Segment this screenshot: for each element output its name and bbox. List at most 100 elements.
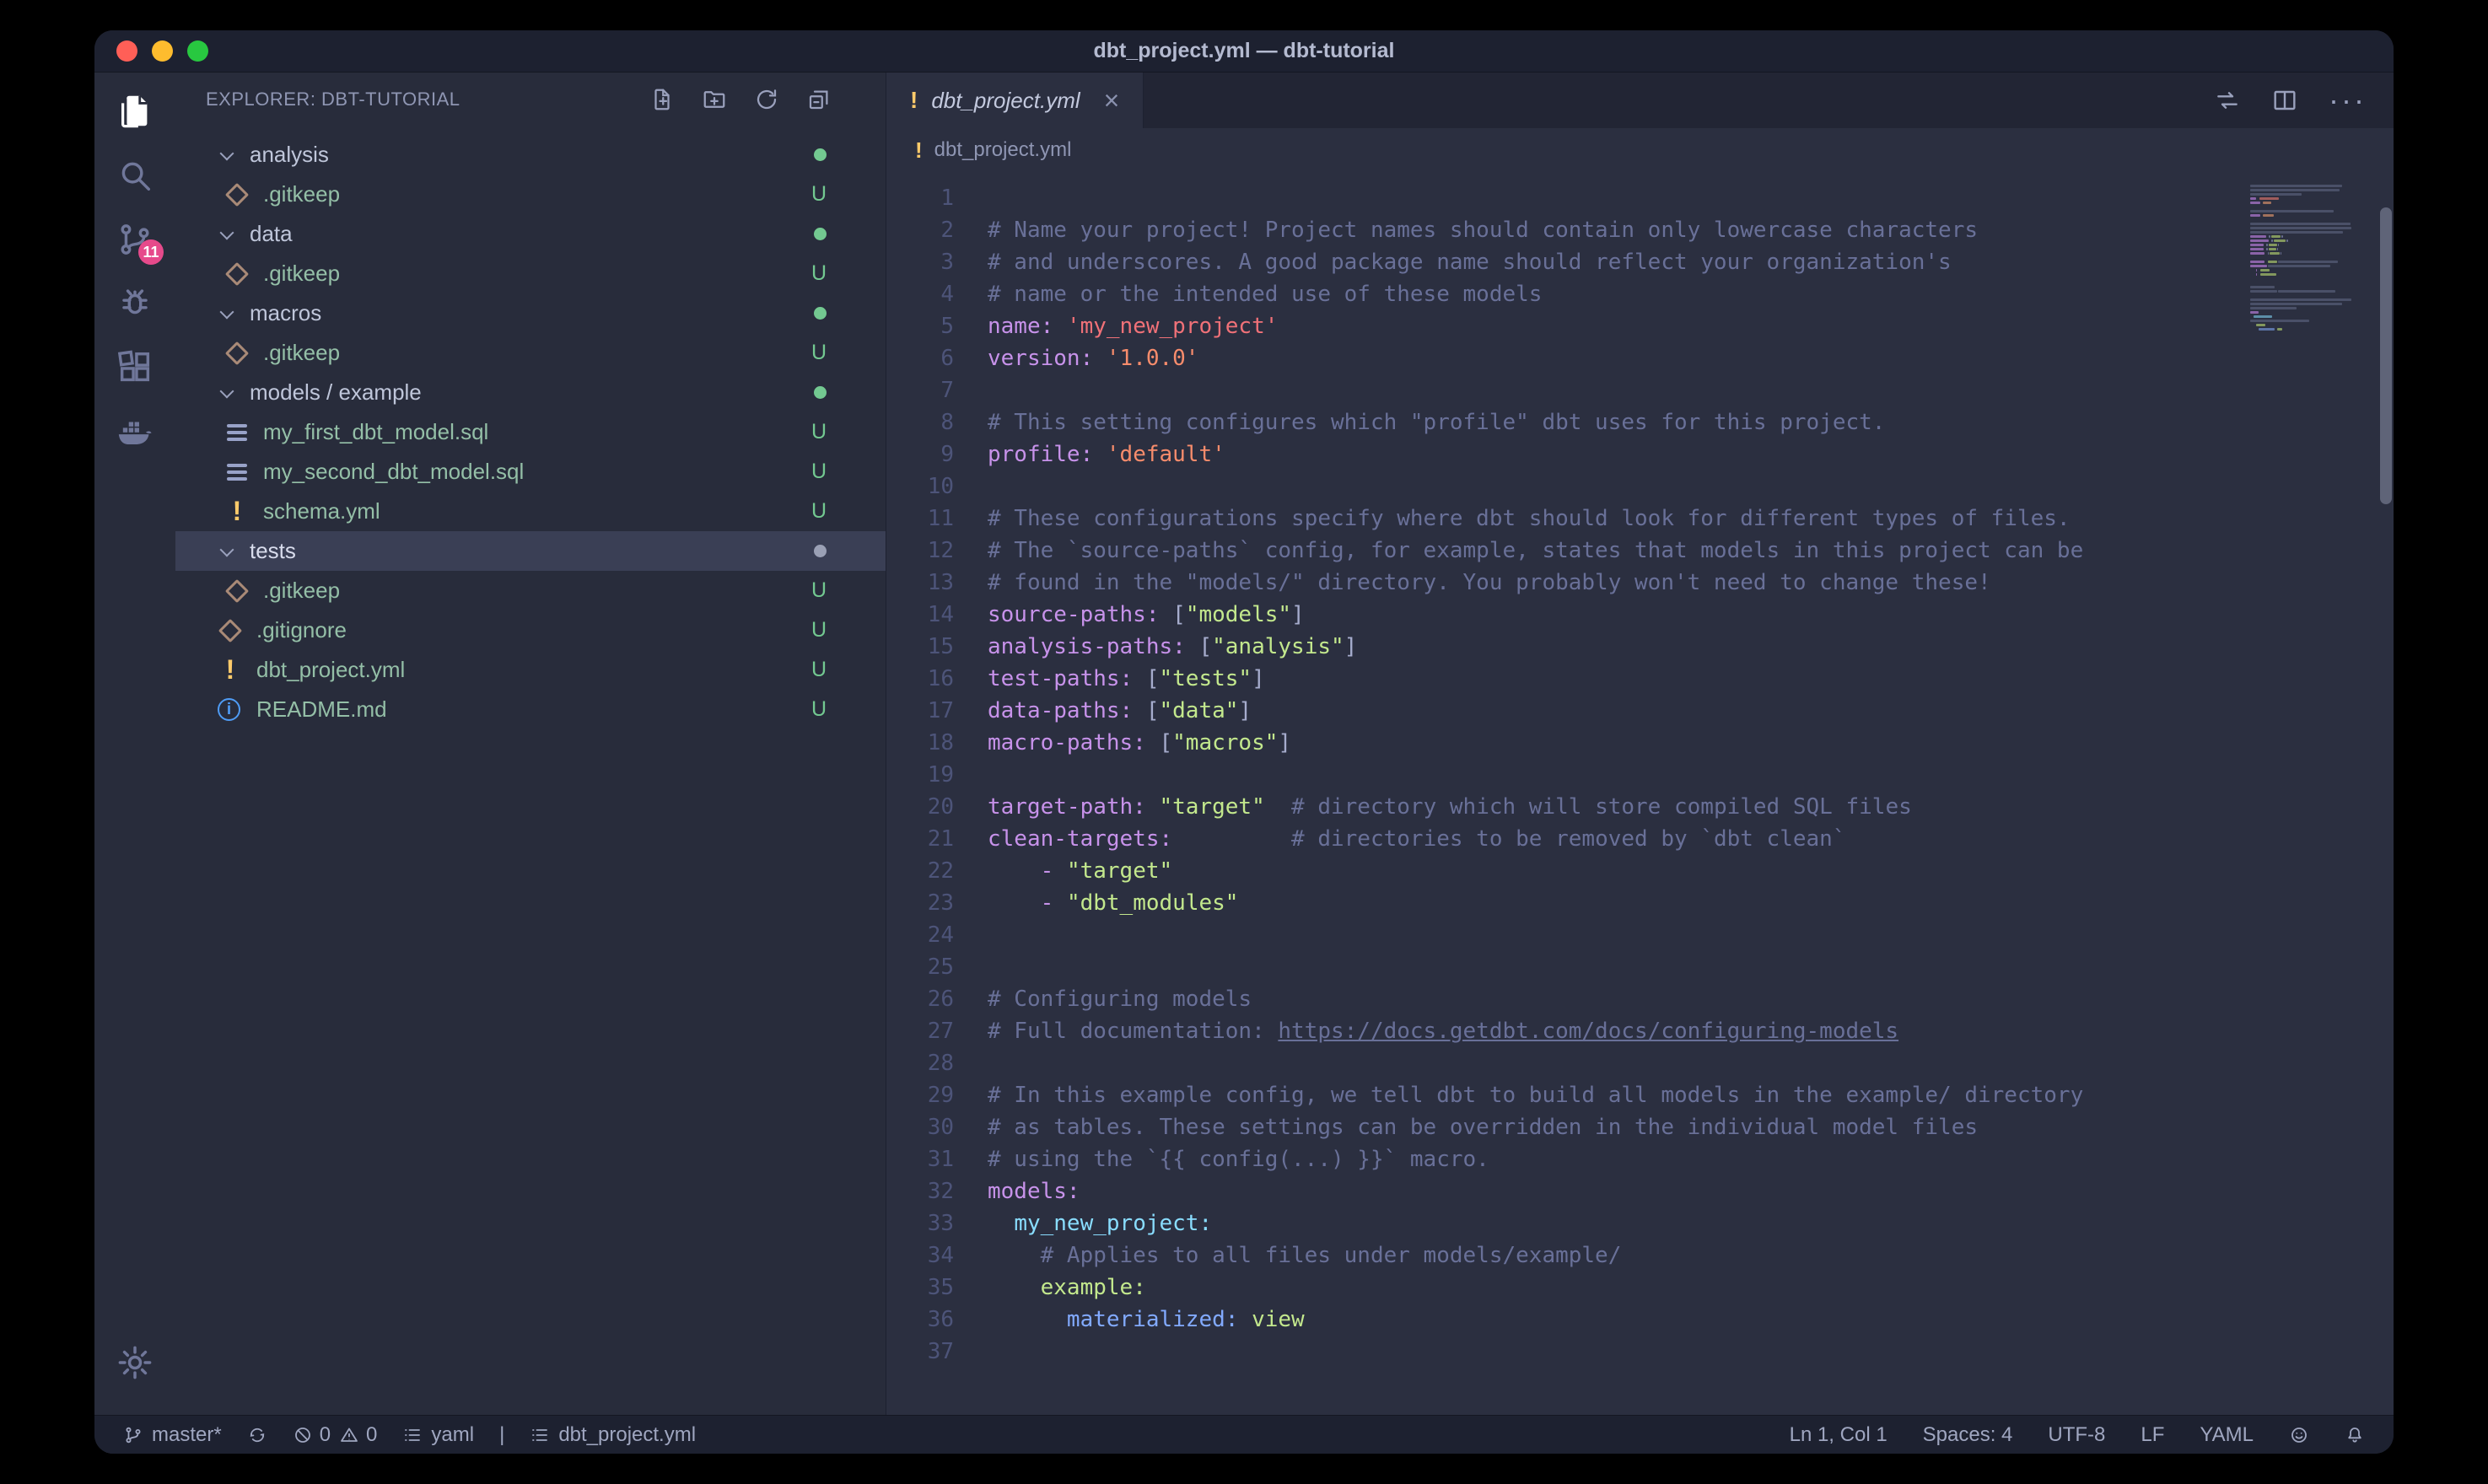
dbt-project-status[interactable]: dbt_project.yml	[530, 1423, 696, 1447]
tree-file-gitkeep[interactable]: .gitkeepU	[175, 333, 886, 373]
code-line[interactable]: example:	[988, 1272, 2394, 1304]
tree-file-gitkeep[interactable]: .gitkeepU	[175, 175, 886, 214]
minimap-line	[2250, 197, 2377, 200]
code-line[interactable]: # found in the "models/" directory. You …	[988, 567, 2394, 599]
code-line[interactable]: # These configurations specify where dbt…	[988, 503, 2394, 535]
docker-activity-button[interactable]	[108, 405, 162, 459]
tree-folder-analysis[interactable]: analysis	[175, 135, 886, 175]
tree-folder-data[interactable]: data	[175, 214, 886, 254]
code-line[interactable]: clean-targets: # directories to be remov…	[988, 823, 2394, 855]
line-number: 8	[886, 406, 954, 438]
notifications-bell-icon[interactable]	[2345, 1425, 2365, 1445]
editor[interactable]: 1234567891011121314151617181920212223242…	[886, 172, 2394, 1415]
code-line[interactable]: my_new_project:	[988, 1207, 2394, 1239]
tree-file-gitkeep[interactable]: .gitkeepU	[175, 254, 886, 293]
code-line[interactable]: # using the `{{ config(...) }}` macro.	[988, 1143, 2394, 1175]
warnings-icon	[339, 1425, 359, 1445]
code-line[interactable]	[988, 919, 2394, 951]
code-line[interactable]	[988, 470, 2394, 503]
sql-file-icon	[224, 418, 250, 447]
cursor-position-status[interactable]: Ln 1, Col 1	[1790, 1423, 1888, 1447]
extensions-activity-button[interactable]	[108, 341, 162, 395]
debug-activity-button[interactable]	[108, 277, 162, 331]
code-line[interactable]: # as tables. These settings can be overr…	[988, 1111, 2394, 1143]
code-line[interactable]: # and underscores. A good package name s…	[988, 246, 2394, 278]
yaml-language-status[interactable]: yaml	[402, 1423, 474, 1447]
line-number: 13	[886, 567, 954, 599]
git-branch-status[interactable]: master*	[123, 1423, 222, 1447]
code-line[interactable]: # Configuring models	[988, 983, 2394, 1015]
minimap-line	[2250, 180, 2377, 183]
tree-folder-tests[interactable]: tests	[175, 531, 886, 571]
code-line[interactable]	[988, 1336, 2394, 1368]
breadcrumb[interactable]: dbt_project.yml	[886, 128, 2394, 172]
encoding-status[interactable]: UTF-8	[2048, 1423, 2105, 1447]
more-actions-icon[interactable]	[2329, 83, 2367, 118]
search-activity-button[interactable]	[108, 148, 162, 202]
tree-file-gitignore[interactable]: .gitignoreU	[175, 610, 886, 650]
minimize-window-button[interactable]	[152, 40, 173, 62]
code-line[interactable]: test-paths: ["tests"]	[988, 663, 2394, 695]
code-line[interactable]: profile: 'default'	[988, 438, 2394, 470]
collapse-folders-icon[interactable]	[806, 87, 832, 112]
minimap[interactable]	[2250, 180, 2377, 336]
code-line[interactable]: target-path: "target" # directory which …	[988, 791, 2394, 823]
refresh-icon[interactable]	[754, 87, 779, 112]
warnings-count: 0	[366, 1423, 377, 1447]
minimap-line	[2250, 239, 2377, 242]
code-line[interactable]: data-paths: ["data"]	[988, 695, 2394, 727]
code-line[interactable]: - "target"	[988, 855, 2394, 887]
line-number: 16	[886, 663, 954, 695]
new-file-icon[interactable]	[649, 87, 675, 112]
tree-file-gitkeep[interactable]: .gitkeepU	[175, 571, 886, 610]
code-line[interactable]: models:	[988, 1175, 2394, 1207]
code-line[interactable]: analysis-paths: ["analysis"]	[988, 631, 2394, 663]
code-line[interactable]	[988, 951, 2394, 983]
problems-status[interactable]: 0 0	[293, 1423, 378, 1447]
code-line[interactable]: # This setting configures which "profile…	[988, 406, 2394, 438]
zoom-window-button[interactable]	[187, 40, 208, 62]
feedback-smiley-icon[interactable]	[2289, 1425, 2309, 1445]
code-line[interactable]	[988, 759, 2394, 791]
split-editor-icon[interactable]	[2271, 87, 2298, 114]
scrollbar-thumb[interactable]	[2380, 207, 2392, 504]
indentation-status[interactable]: Spaces: 4	[1923, 1423, 2013, 1447]
code-line[interactable]	[988, 374, 2394, 406]
tree-file-dbt-project-yml[interactable]: dbt_project.ymlU	[175, 650, 886, 690]
code-line[interactable]: # name or the intended use of these mode…	[988, 278, 2394, 310]
code-line[interactable]: # Name your project! Project names shoul…	[988, 214, 2394, 246]
eol-status[interactable]: LF	[2141, 1423, 2164, 1447]
code-line[interactable]: # Applies to all files under models/exam…	[988, 1239, 2394, 1272]
code-line[interactable]: - "dbt_modules"	[988, 887, 2394, 919]
tree-file-schema-yml[interactable]: schema.ymlU	[175, 492, 886, 531]
code-line[interactable]: version: '1.0.0'	[988, 342, 2394, 374]
explorer-activity-button[interactable]	[108, 84, 162, 138]
minimap-line	[2250, 261, 2377, 263]
line-number: 28	[886, 1047, 954, 1079]
code-line[interactable]: name: 'my_new_project'	[988, 310, 2394, 342]
code-line[interactable]: # In this example config, we tell dbt to…	[988, 1079, 2394, 1111]
tree-file-readme-md[interactable]: README.mdU	[175, 690, 886, 729]
source-control-activity-button[interactable]: 11	[108, 212, 162, 266]
code-line[interactable]	[988, 182, 2394, 214]
code-line[interactable]: source-paths: ["models"]	[988, 599, 2394, 631]
code-line[interactable]: macro-paths: ["macros"]	[988, 727, 2394, 759]
new-folder-icon[interactable]	[702, 87, 727, 112]
settings-activity-button[interactable]	[108, 1336, 162, 1390]
sync-changes-button[interactable]	[247, 1425, 267, 1445]
tab-dbt-project-yml[interactable]: dbt_project.yml ×	[886, 73, 1144, 128]
errors-count: 0	[320, 1423, 331, 1447]
tree-file-my-second-dbt-model-sql[interactable]: my_second_dbt_model.sqlU	[175, 452, 886, 492]
tree-file-my-first-dbt-model-sql[interactable]: my_first_dbt_model.sqlU	[175, 412, 886, 452]
code-line[interactable]	[988, 1047, 2394, 1079]
code-line[interactable]: materialized: view	[988, 1304, 2394, 1336]
open-changes-icon[interactable]	[2214, 87, 2241, 114]
tree-folder-models-example[interactable]: models / example	[175, 373, 886, 412]
close-window-button[interactable]	[116, 40, 137, 62]
language-mode-status[interactable]: YAML	[2200, 1423, 2254, 1447]
code-line[interactable]: # Full documentation: https://docs.getdb…	[988, 1015, 2394, 1047]
file-tree: analysis.gitkeepUdata.gitkeepUmacros.git…	[175, 126, 886, 1415]
code-line[interactable]: # The `source-paths` config, for example…	[988, 535, 2394, 567]
tree-folder-macros[interactable]: macros	[175, 293, 886, 333]
close-tab-icon[interactable]: ×	[1104, 87, 1120, 114]
